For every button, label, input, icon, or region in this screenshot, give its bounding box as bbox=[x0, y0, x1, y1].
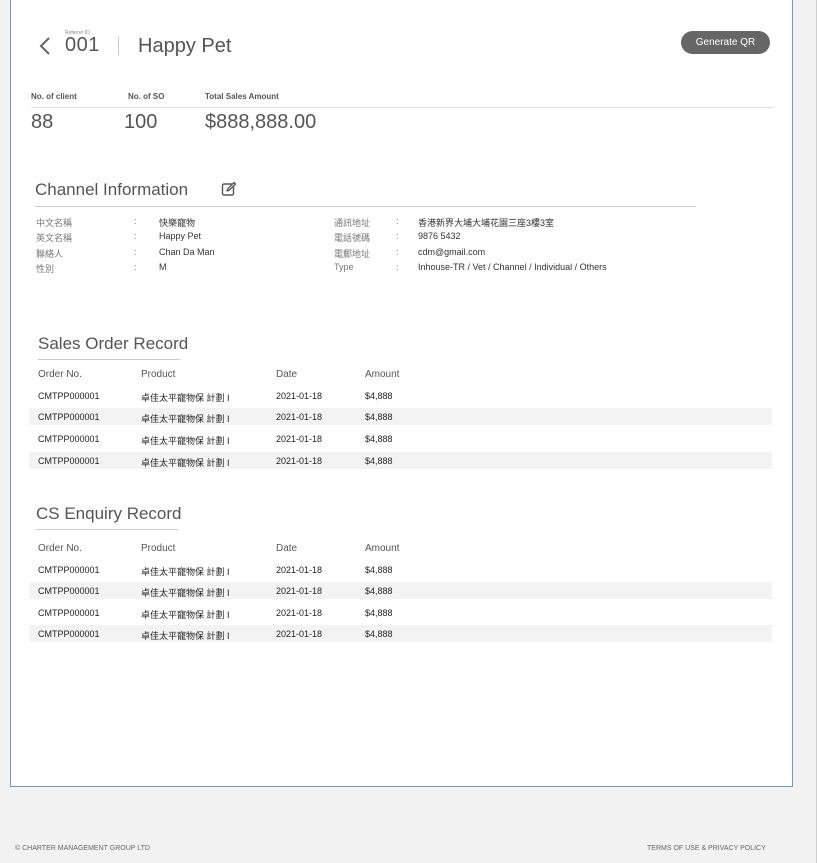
cell-amount: $4,888 bbox=[365, 565, 393, 575]
cell-product: 卓佳太平寵物保 計劃 I bbox=[141, 393, 230, 403]
info-colon: : bbox=[134, 247, 137, 257]
cell-product: 卓佳太平寵物保 計劃 I bbox=[141, 588, 230, 598]
page-title: Happy Pet bbox=[138, 35, 232, 57]
col-amount: Amount bbox=[365, 369, 400, 380]
footer-terms-link[interactable]: TERMS OF USE & PRIVACY POLICY bbox=[647, 845, 766, 852]
info-key: Type bbox=[334, 262, 354, 272]
table-row[interactable]: CMTPP000001 卓佳太平寵物保 計劃 I 2021-01-18 $4,8… bbox=[29, 604, 772, 621]
table-row[interactable]: CMTPP000001 卓佳太平寵物保 計劃 I 2021-01-18 $4,8… bbox=[29, 387, 772, 404]
cell-order-no: CMTPP000001 bbox=[38, 434, 100, 444]
info-value: 9876 5432 bbox=[418, 231, 461, 241]
cs-enquiry-title: CS Enquiry Record bbox=[36, 504, 182, 523]
info-colon: : bbox=[396, 247, 399, 257]
info-colon: : bbox=[396, 216, 399, 226]
cell-product: 卓佳太平寵物保 計劃 I bbox=[141, 458, 230, 468]
cell-product: 卓佳太平寵物保 計劃 I bbox=[141, 610, 230, 620]
cell-amount: $4,888 bbox=[365, 456, 393, 466]
channel-info-divider bbox=[35, 206, 696, 207]
col-order-no: Order No. bbox=[38, 369, 82, 380]
cell-date: 2021-01-18 bbox=[276, 565, 323, 575]
cell-date: 2021-01-18 bbox=[276, 586, 323, 596]
cell-amount: $4,888 bbox=[365, 586, 393, 596]
cell-date: 2021-01-18 bbox=[276, 629, 323, 639]
info-value: cdm@gmail.com bbox=[418, 247, 486, 257]
so-count-label: No. of SO bbox=[128, 92, 165, 101]
edit-icon[interactable] bbox=[221, 181, 237, 197]
cell-product: 卓佳太平寵物保 計劃 I bbox=[141, 631, 230, 641]
channel-info-title: Channel Information bbox=[35, 180, 189, 199]
cell-date: 2021-01-18 bbox=[276, 608, 323, 618]
cell-order-no: CMTPP000001 bbox=[38, 412, 100, 422]
col-amount: Amount bbox=[365, 543, 400, 554]
info-value: Chan Da Man bbox=[159, 247, 215, 257]
info-value: M bbox=[159, 262, 167, 272]
col-product: Product bbox=[141, 369, 176, 380]
col-order-no: Order No. bbox=[38, 543, 82, 554]
cell-order-no: CMTPP000001 bbox=[38, 608, 100, 618]
cell-order-no: CMTPP000001 bbox=[38, 565, 100, 575]
info-colon: : bbox=[396, 231, 399, 241]
col-date: Date bbox=[276, 369, 298, 380]
cell-date: 2021-01-18 bbox=[276, 434, 323, 444]
total-amount-value: $888,888.00 bbox=[205, 111, 317, 133]
back-button[interactable] bbox=[35, 26, 55, 66]
cell-amount: $4,888 bbox=[365, 434, 393, 444]
referrer-id: 001 bbox=[65, 34, 100, 56]
info-colon: : bbox=[134, 262, 137, 272]
table-row[interactable]: CMTPP000001 卓佳太平寵物保 計劃 I 2021-01-18 $4,8… bbox=[29, 408, 772, 425]
table-row[interactable]: CMTPP000001 卓佳太平寵物保 計劃 I 2021-01-18 $4,8… bbox=[29, 430, 772, 447]
cell-date: 2021-01-18 bbox=[276, 412, 323, 422]
cell-product: 卓佳太平寵物保 計劃 I bbox=[141, 414, 230, 424]
header-divider bbox=[118, 37, 119, 55]
table-row[interactable]: CMTPP000001 卓佳太平寵物保 計劃 I 2021-01-18 $4,8… bbox=[29, 582, 772, 599]
info-key: 性別 bbox=[36, 264, 55, 274]
chevron-left-icon bbox=[39, 37, 50, 55]
generate-qr-button[interactable]: Generate QR bbox=[681, 31, 770, 54]
cell-amount: $4,888 bbox=[365, 412, 393, 422]
col-date: Date bbox=[276, 543, 298, 554]
table-row[interactable]: CMTPP000001 卓佳太平寵物保 計劃 I 2021-01-18 $4,8… bbox=[29, 561, 772, 578]
info-key: 英文名稱 bbox=[36, 233, 73, 243]
table-row[interactable]: CMTPP000001 卓佳太平寵物保 計劃 I 2021-01-18 $4,8… bbox=[29, 625, 772, 642]
cell-amount: $4,888 bbox=[365, 629, 393, 639]
sales-order-divider bbox=[38, 359, 180, 360]
cell-order-no: CMTPP000001 bbox=[38, 629, 100, 639]
cell-order-no: CMTPP000001 bbox=[38, 586, 100, 596]
info-key: 通訊地址 bbox=[334, 218, 371, 228]
cell-order-no: CMTPP000001 bbox=[38, 391, 100, 401]
footer-copyright: © CHARTER MANAGEMENT GROUP LTD bbox=[15, 845, 150, 852]
info-value: 快樂寵物 bbox=[159, 218, 196, 228]
info-key: 中文名稱 bbox=[36, 218, 73, 228]
info-colon: : bbox=[396, 262, 399, 272]
info-key: 電話號碼 bbox=[334, 233, 371, 243]
info-key: 電郵地址 bbox=[334, 249, 371, 259]
col-product: Product bbox=[141, 543, 176, 554]
info-value: 香港新界大埔大埔花園三座3樓3室 bbox=[418, 218, 555, 228]
info-key: 聯絡人 bbox=[36, 249, 64, 259]
info-colon: : bbox=[134, 231, 137, 241]
client-count-label: No. of client bbox=[31, 92, 77, 101]
cell-order-no: CMTPP000001 bbox=[38, 456, 100, 466]
info-colon: : bbox=[134, 216, 137, 226]
total-amount-label: Total Sales Amount bbox=[205, 92, 279, 101]
stats-divider bbox=[31, 107, 773, 108]
info-value: Inhouse-TR / Vet / Channel / Individual … bbox=[418, 262, 607, 272]
so-count-value: 100 bbox=[124, 111, 158, 133]
cell-amount: $4,888 bbox=[365, 608, 393, 618]
sales-order-title: Sales Order Record bbox=[38, 334, 189, 353]
cell-product: 卓佳太平寵物保 計劃 I bbox=[141, 567, 230, 577]
detail-card: Referrer ID 001 Happy Pet Generate QR No… bbox=[10, 0, 793, 787]
info-value: Happy Pet bbox=[159, 231, 202, 241]
client-count-value: 88 bbox=[31, 111, 54, 133]
cell-date: 2021-01-18 bbox=[276, 456, 323, 466]
cell-amount: $4,888 bbox=[365, 391, 393, 401]
cell-product: 卓佳太平寵物保 計劃 I bbox=[141, 436, 230, 446]
cs-enquiry-divider bbox=[36, 529, 178, 530]
cell-date: 2021-01-18 bbox=[276, 391, 323, 401]
table-row[interactable]: CMTPP000001 卓佳太平寵物保 計劃 I 2021-01-18 $4,8… bbox=[29, 452, 772, 469]
